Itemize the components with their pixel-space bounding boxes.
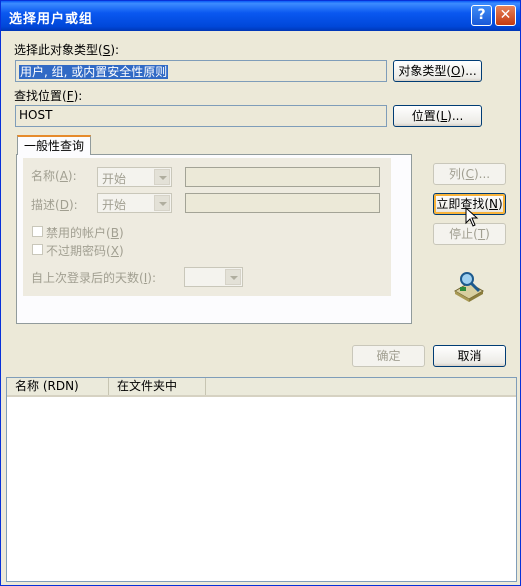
description-label: 描述(D): [31,198,78,212]
days-since-login-label: 自上次登录后的天数(I): [31,271,156,285]
disabled-accounts-label: 禁用的帐户(B) [46,226,124,240]
results-header: 名称 (RDN) 在文件夹中 [7,378,516,397]
object-type-field: 用户, 组, 或内置安全性原则 [15,60,387,82]
object-types-button[interactable]: 对象类型(O)... [393,60,482,82]
location-value: HOST [19,108,53,122]
cancel-button[interactable]: 取消 [433,345,506,367]
non-expiring-passwords-checkbox[interactable] [32,244,43,255]
column-header-folder[interactable]: 在文件夹中 [109,378,206,395]
object-type-label: 选择此对象类型(S): [14,43,120,57]
column-header-name[interactable]: 名称 (RDN) [7,378,109,395]
chevron-down-icon [225,269,241,285]
name-label: 名称(A): [31,169,77,183]
mouse-cursor-icon [465,207,479,227]
window-title: 选择用户或组 [9,12,94,27]
days-since-login-dropdown[interactable] [184,267,243,287]
location-field: HOST [15,105,387,127]
search-users-icon [453,272,485,302]
location-label: 查找位置(F): [14,89,83,103]
search-results-list[interactable]: 名称 (RDN) 在文件夹中 [6,377,517,582]
object-type-value: 用户, 组, 或内置安全性原则 [19,65,169,79]
description-mode-dropdown[interactable]: 开始 [97,193,172,213]
disabled-accounts-checkbox[interactable] [32,226,43,237]
columns-button[interactable]: 列(C)... [433,163,506,185]
tab-common-queries[interactable]: 一般性查询 [17,135,91,155]
name-input[interactable] [185,167,380,187]
name-mode-dropdown[interactable]: 开始 [97,167,172,187]
title-bar: 选择用户或组 ? ✕ [1,1,520,31]
select-users-dialog: 选择用户或组 ? ✕ 选择此对象类型(S): 用户, 组, 或内置安全性原则 对… [0,0,521,586]
help-icon[interactable]: ? [471,5,492,26]
ok-button[interactable]: 确定 [352,345,425,367]
locations-button[interactable]: 位置(L)... [393,105,482,127]
chevron-down-icon [154,195,170,211]
description-input[interactable] [185,193,380,213]
chevron-down-icon [154,169,170,185]
close-icon[interactable]: ✕ [495,5,516,26]
non-expiring-passwords-label: 不过期密码(X) [46,244,124,258]
